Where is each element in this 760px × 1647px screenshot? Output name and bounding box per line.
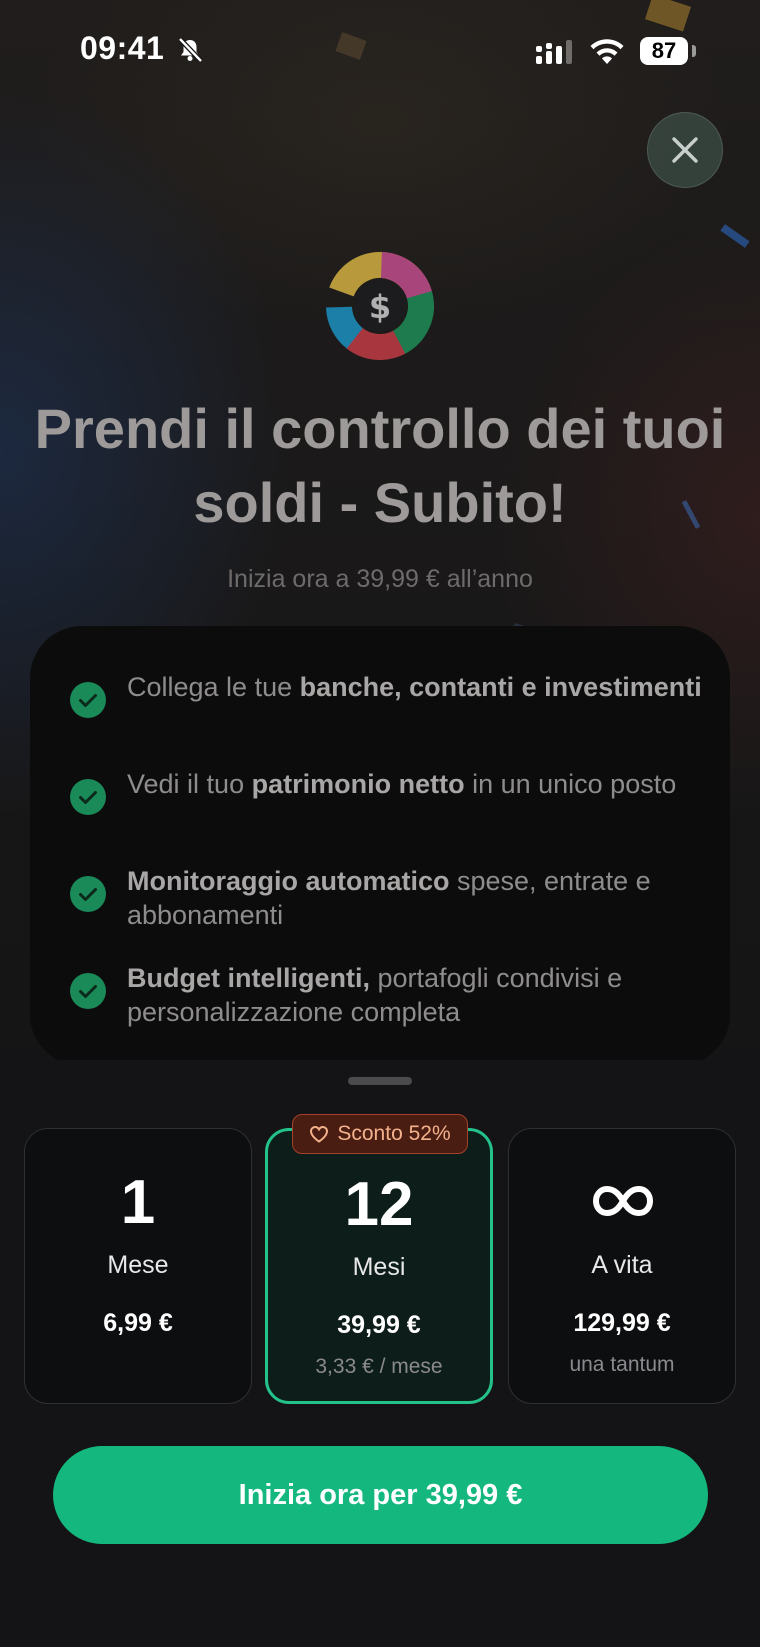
discount-badge: Sconto 52% — [292, 1114, 468, 1154]
bell-slash-icon — [178, 37, 203, 63]
sheet-handle[interactable] — [348, 1077, 412, 1085]
discount-text: Sconto 52% — [337, 1122, 451, 1145]
dollar-icon: $ — [369, 288, 391, 326]
plan-note: una tantum — [569, 1353, 675, 1376]
plan-period: A vita — [591, 1251, 653, 1279]
close-icon — [672, 137, 698, 163]
plan-period: Mese — [107, 1251, 169, 1279]
feature-text: Vedi il tuo patrimonio netto in un unico… — [127, 767, 707, 801]
check-icon — [70, 973, 106, 1009]
plan-note: 3,33 € / mese — [315, 1355, 443, 1378]
plan-price: 39,99 € — [337, 1311, 421, 1339]
plan-price: 6,99 € — [103, 1309, 173, 1337]
feature-text-normal: in un unico posto — [464, 769, 677, 799]
plan-count: 12 — [344, 1170, 414, 1239]
feature-text-normal: Vedi il tuo — [127, 769, 252, 799]
battery-nub — [692, 45, 696, 57]
plan-count: 1 — [120, 1168, 156, 1237]
feature-text-normal: Collega le tue — [127, 672, 300, 702]
check-icon — [70, 682, 106, 718]
feature-text-bold: Budget intelligenti, — [127, 963, 370, 993]
feature-text-bold: patrimonio netto — [251, 769, 465, 799]
plan-card-monthly[interactable]: 1 Mese 6,99 € — [24, 1128, 252, 1404]
plan-card-lifetime[interactable]: A vita 129,99 € una tantum — [508, 1128, 736, 1404]
status-time: 09:41 — [80, 30, 165, 66]
close-button[interactable] — [647, 112, 723, 188]
plan-period: Mesi — [352, 1253, 406, 1281]
app-logo: $ — [326, 252, 434, 360]
headline: Prendi il controllo dei tuoi soldi - Sub… — [34, 397, 726, 534]
status-bar: 09:41 87 — [0, 0, 760, 100]
wifi-icon — [590, 39, 624, 64]
cellular-signal-icon — [536, 40, 572, 64]
check-icon — [70, 779, 106, 815]
heart-icon — [310, 1125, 329, 1143]
feature-text-bold: Monitoraggio automatico — [127, 866, 450, 896]
check-icon — [70, 876, 106, 912]
start-now-button[interactable]: Inizia ora per 39,99 € — [53, 1446, 708, 1544]
feature-text-bold: banche, contanti e investimenti — [299, 672, 702, 702]
plan-price: 129,99 € — [573, 1309, 671, 1337]
feature-text: Collega le tue banche, contanti e invest… — [127, 670, 707, 704]
battery-icon: 87 — [640, 37, 688, 65]
plan-card-yearly[interactable]: 12 Mesi 39,99 € 3,33 € / mese — [265, 1128, 493, 1404]
features-card: Collega le tue banche, contanti e invest… — [30, 626, 730, 1066]
infinity-icon — [593, 1185, 653, 1217]
subheadline: Inizia ora a 39,99 € all’anno — [227, 565, 533, 593]
feature-text: Budget intelligenti, portafogli condivis… — [127, 961, 707, 1029]
feature-text: Monitoraggio automatico spese, entrate e… — [127, 864, 707, 932]
